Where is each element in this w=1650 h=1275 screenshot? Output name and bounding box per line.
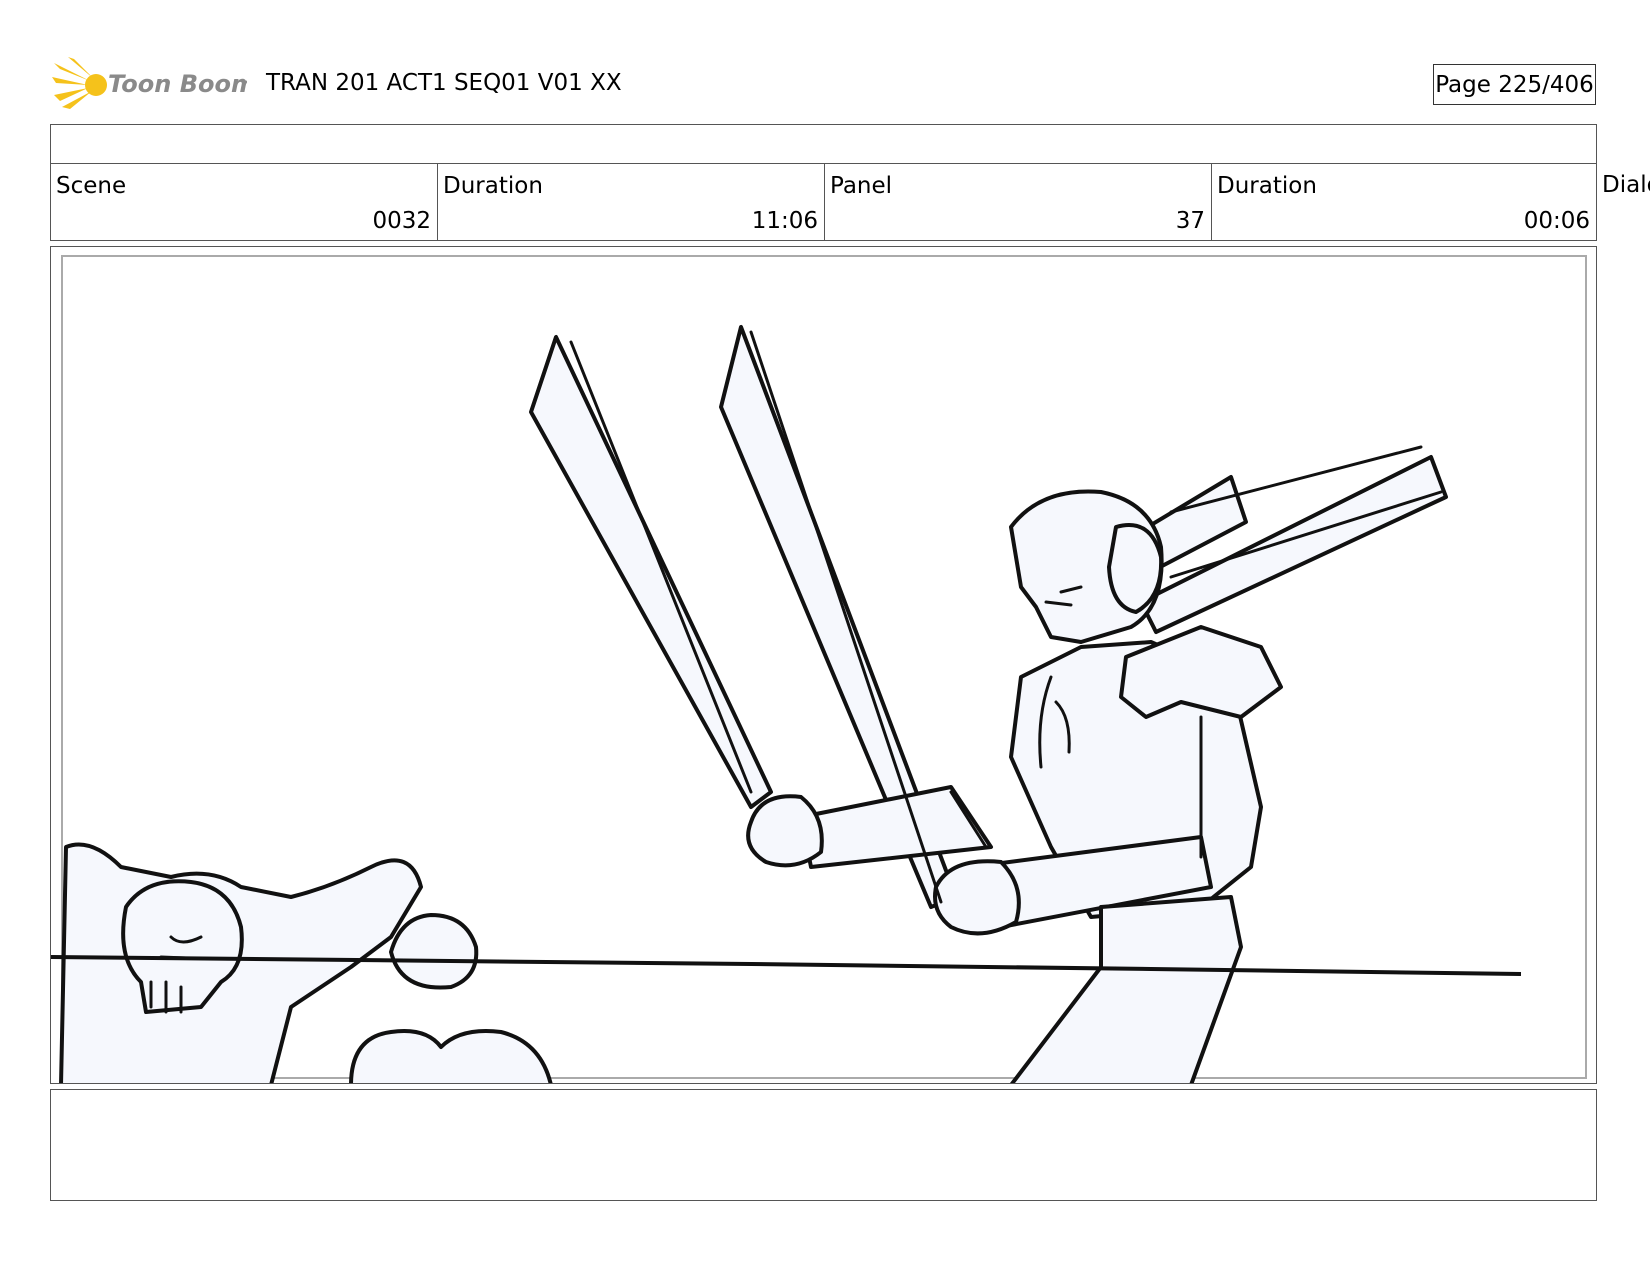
panel-label: Panel <box>830 173 893 199</box>
panel-cell: Panel 37 <box>825 164 1212 240</box>
scene-duration-cell: Duration 11:06 <box>438 164 825 240</box>
panel-duration-value: 00:06 <box>1523 208 1590 234</box>
info-row: Scene 0032 Duration 11:06 Panel 37 Durat… <box>50 163 1597 241</box>
scene-value: 0032 <box>372 208 431 234</box>
scene-cell: Scene 0032 <box>51 164 438 240</box>
scene-duration-value: 11:06 <box>751 208 818 234</box>
scene-duration-label: Duration <box>443 173 543 199</box>
panel-value: 37 <box>1175 208 1205 234</box>
panel-notes-box <box>50 1089 1597 1201</box>
dialog-label: Dialog <box>1602 172 1650 198</box>
storyboard-sketch <box>51 255 1587 1083</box>
logo-text: Toon Boom <box>108 70 247 98</box>
toon-boom-logo: Toon Boom <box>52 55 256 113</box>
panel-duration-cell: Duration 00:06 <box>1212 164 1596 240</box>
scene-label: Scene <box>56 173 127 199</box>
page-indicator: Page 225/406 <box>1433 64 1596 105</box>
blank-header-row <box>50 124 1597 164</box>
document-title: TRAN 201 ACT1 SEQ01 V01 XX <box>266 70 622 96</box>
panel-duration-label: Duration <box>1217 173 1317 199</box>
storyboard-panel <box>50 246 1597 1084</box>
